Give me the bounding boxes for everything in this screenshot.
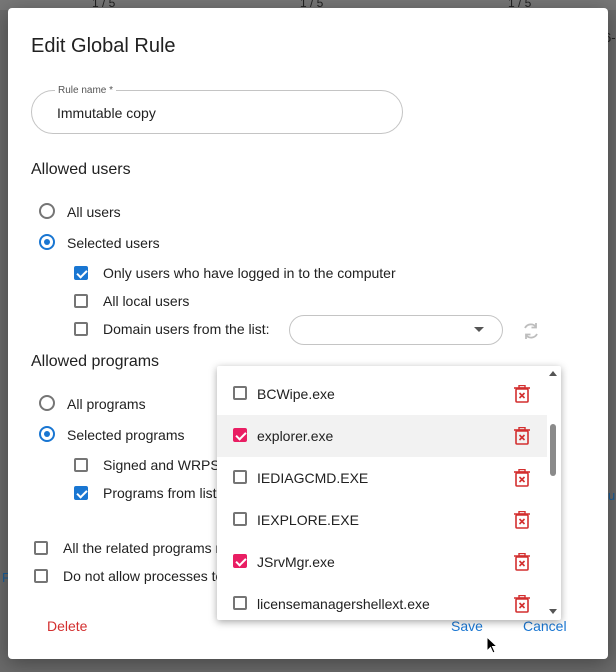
program-checkbox[interactable]: [233, 386, 247, 400]
programs-from-list-checkbox[interactable]: [74, 486, 88, 500]
logged-in-users-checkbox[interactable]: [74, 266, 88, 280]
program-name: IEDIAGCMD.EXE: [257, 470, 369, 486]
scrollbar-thumb[interactable]: [550, 424, 556, 476]
signed-wrps-label: Signed and WRPS: [103, 457, 220, 473]
scroll-up-arrow-icon[interactable]: [549, 371, 557, 376]
logged-in-users-label: Only users who have logged in to the com…: [103, 265, 396, 281]
disallow-processes-label: Do not allow processes to: [63, 568, 224, 584]
rule-name-input[interactable]: Immutable copy: [57, 105, 156, 121]
signed-wrps-checkbox[interactable]: [74, 458, 88, 472]
list-item[interactable]: explorer.exe: [217, 415, 547, 457]
program-name: explorer.exe: [257, 428, 334, 444]
program-checkbox[interactable]: [233, 596, 247, 610]
program-name: licensemanagershellext.exe: [257, 596, 430, 612]
background-link[interactable]: ul: [608, 488, 616, 503]
disallow-processes-checkbox[interactable]: [34, 569, 48, 583]
chevron-down-icon: [474, 327, 484, 332]
selected-users-label: Selected users: [67, 235, 160, 251]
domain-users-select[interactable]: [289, 315, 503, 345]
domain-users-checkbox[interactable]: [74, 322, 88, 336]
delete-icon[interactable]: [514, 427, 530, 445]
rule-name-field[interactable]: Rule name * Immutable copy: [31, 85, 403, 134]
delete-icon[interactable]: [514, 511, 530, 529]
programs-from-list-label: Programs from list: [103, 485, 217, 501]
all-users-label: All users: [67, 204, 121, 220]
program-checkbox[interactable]: [233, 512, 247, 526]
program-name: JSrvMgr.exe: [257, 554, 335, 570]
all-users-radio[interactable]: [39, 203, 55, 219]
selected-users-radio[interactable]: [39, 234, 55, 250]
all-local-users-checkbox[interactable]: [74, 294, 88, 308]
all-programs-label: All programs: [67, 396, 146, 412]
delete-icon[interactable]: [514, 385, 530, 403]
program-name: BCWipe.exe: [257, 386, 335, 402]
selected-programs-radio[interactable]: [39, 426, 55, 442]
cancel-button[interactable]: Cancel: [523, 618, 567, 634]
allowed-programs-title: Allowed programs: [31, 353, 160, 370]
delete-button[interactable]: Delete: [47, 618, 87, 634]
refresh-icon[interactable]: [521, 321, 541, 341]
delete-icon[interactable]: [514, 553, 530, 571]
delete-icon[interactable]: [514, 469, 530, 487]
list-item[interactable]: BCWipe.exe: [217, 373, 547, 415]
program-list-dropdown[interactable]: BCWipe.exe explorer.exe IEDIAGCMD.EXE IE…: [217, 366, 561, 620]
allowed-users-title: Allowed users: [31, 161, 131, 178]
program-checkbox[interactable]: [233, 470, 247, 484]
list-item[interactable]: IEXPLORE.EXE: [217, 499, 547, 541]
program-checkbox[interactable]: [233, 554, 247, 568]
list-item[interactable]: licensemanagershellext.exe: [217, 583, 547, 620]
program-name: IEXPLORE.EXE: [257, 512, 359, 528]
scroll-down-arrow-icon[interactable]: [549, 609, 557, 614]
dialog-title: Edit Global Rule: [31, 35, 176, 57]
list-item[interactable]: IEDIAGCMD.EXE: [217, 457, 547, 499]
delete-icon[interactable]: [514, 595, 530, 613]
all-programs-radio[interactable]: [39, 395, 55, 411]
selected-programs-label: Selected programs: [67, 427, 185, 443]
list-item[interactable]: JSrvMgr.exe: [217, 541, 547, 583]
all-local-users-label: All local users: [103, 293, 190, 309]
rule-name-label: Rule name *: [55, 85, 117, 96]
program-checkbox[interactable]: [233, 428, 247, 442]
domain-users-label: Domain users from the list:: [103, 321, 270, 337]
save-button[interactable]: Save: [451, 618, 483, 634]
related-programs-label: All the related programs r: [63, 540, 221, 556]
related-programs-checkbox[interactable]: [34, 541, 48, 555]
mouse-cursor-icon: [486, 636, 498, 654]
